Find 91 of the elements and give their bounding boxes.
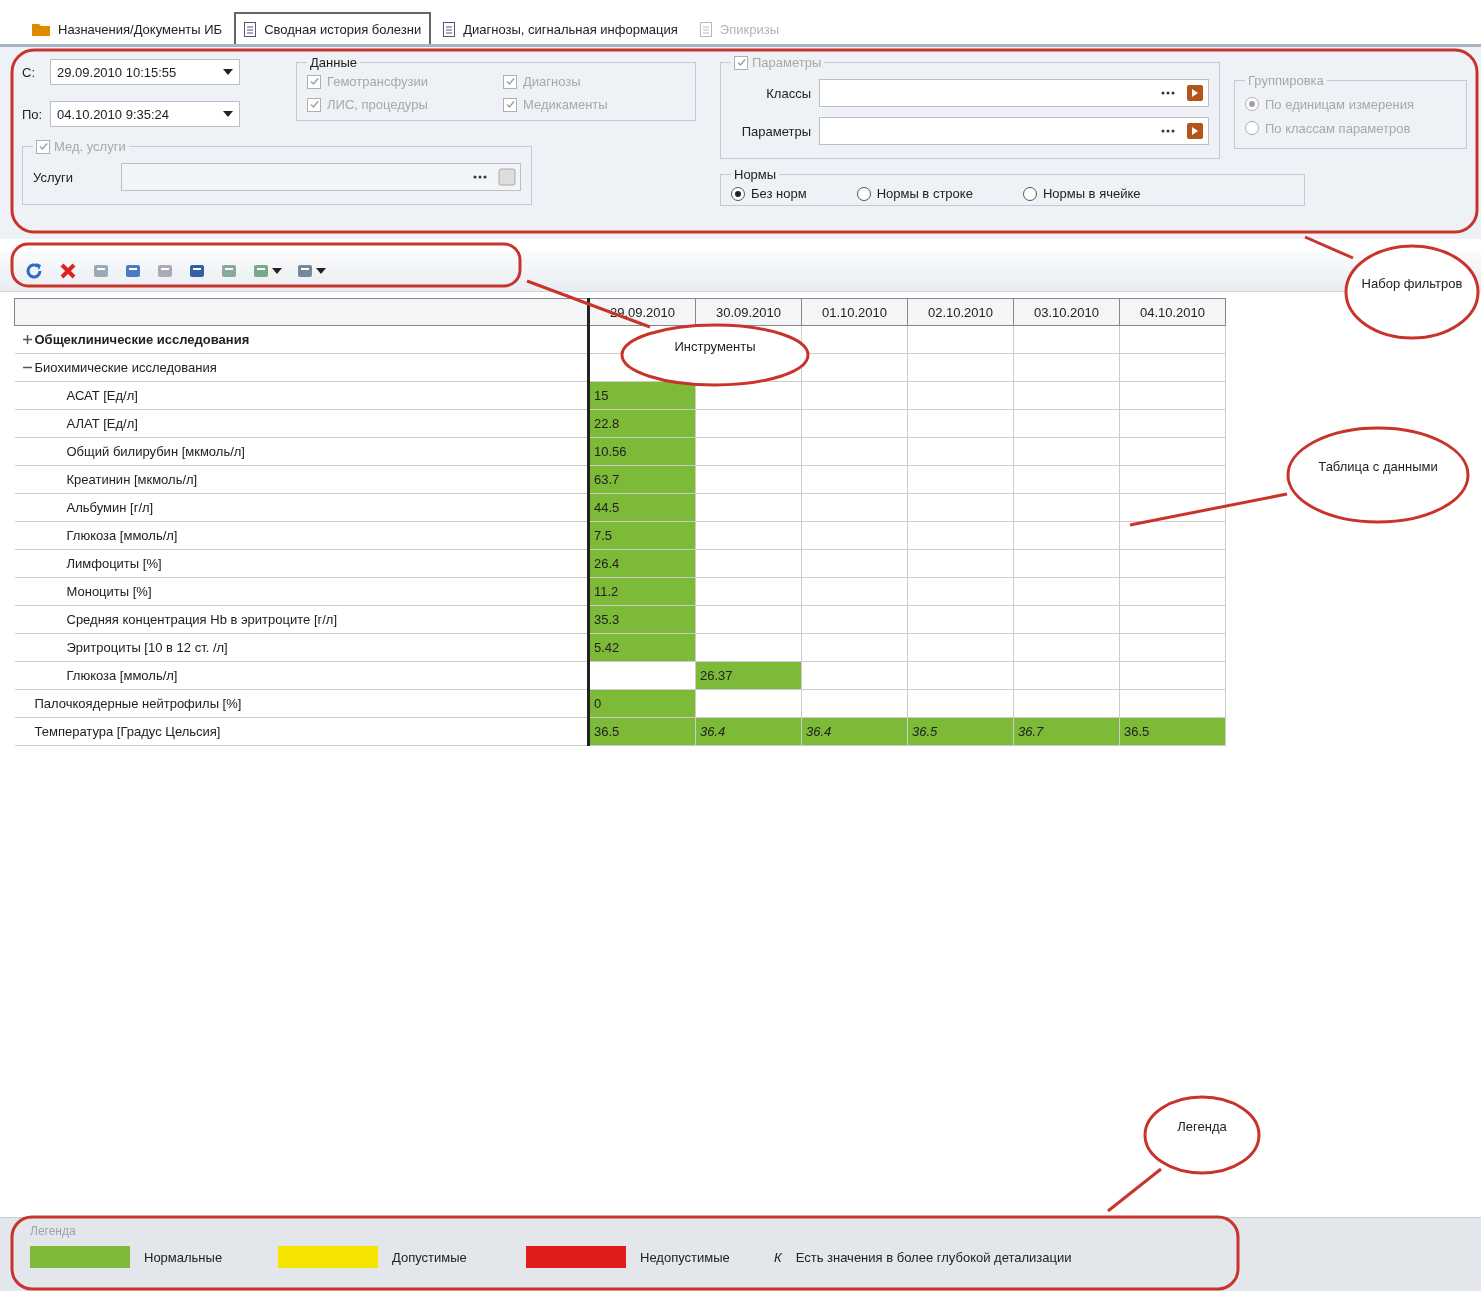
group-title: Параметры: [752, 55, 822, 70]
refresh-icon: [24, 261, 44, 281]
row-label: Биохимические исследования: [34, 360, 217, 375]
group-title: Группировка: [1248, 73, 1324, 88]
checkbox-label: ЛИС, процедуры: [327, 97, 428, 112]
value-cell: 0: [588, 689, 696, 718]
more-icon[interactable]: [1160, 128, 1176, 134]
tab[interactable]: Диагнозы, сигнальная информация: [433, 12, 688, 44]
checkbox-label: Медикаменты: [523, 97, 608, 112]
value-cell: 7.5: [588, 521, 696, 550]
row-label: Общеклинические исследования: [34, 332, 250, 347]
column-header: 01.10.2010: [801, 298, 908, 326]
date-field[interactable]: 04.10.2010 9:35:24: [50, 101, 240, 127]
callout-label: Набор фильтров: [1360, 275, 1464, 292]
value-cell: 26.4: [588, 549, 696, 578]
value-cell: 11.2: [588, 577, 696, 606]
field-label: Параметры: [741, 123, 811, 139]
value-cell: 36.5: [1119, 717, 1226, 746]
radio-button[interactable]: [856, 186, 871, 201]
group-title: Данные: [310, 55, 357, 70]
input-field[interactable]: [819, 117, 1209, 145]
value-cell: 36.5: [588, 717, 696, 746]
row-label: Альбумин [г/л]: [66, 500, 154, 515]
leader-line: [1107, 1167, 1162, 1213]
field-label: С:: [22, 64, 36, 80]
caret-icon[interactable]: [223, 69, 233, 75]
row-label: Эритроциты [10 в 12 ст. /л]: [66, 640, 228, 655]
row-label: АЛАТ [Ед/л]: [66, 416, 138, 431]
value-cell: 10.56: [588, 437, 696, 466]
tab[interactable]: Назначения/Документы ИБ: [22, 12, 233, 44]
expand-icon[interactable]: [23, 335, 32, 344]
radio-label: Нормы в ячейке: [1042, 186, 1141, 201]
date-field[interactable]: 29.09.2010 10:15:55: [50, 59, 240, 85]
column-header: 04.10.2010: [1119, 298, 1226, 326]
value-cell: 26.37: [695, 661, 802, 690]
radio-label: По классам параметров: [1265, 120, 1411, 136]
caret-icon[interactable]: [316, 268, 326, 274]
column-header: 02.10.2010: [907, 298, 1014, 326]
row-label: Креатинин [мкмоль/л]: [66, 472, 198, 487]
caret-icon[interactable]: [223, 111, 233, 117]
radio-label: Без норм: [751, 186, 807, 201]
legend-label: Недопустимые: [640, 1249, 731, 1265]
row-label: Лимфоциты [%]: [66, 556, 162, 571]
radio-button[interactable]: [1022, 186, 1037, 201]
more-icon[interactable]: [1160, 90, 1176, 96]
caret-icon[interactable]: [272, 268, 282, 274]
legend-title: Легенда: [30, 1224, 77, 1238]
row-label: Средняя концентрация Hb в эритроците [г/л]: [66, 612, 338, 627]
value-cell: 63.7: [588, 465, 696, 494]
row-label: Палочкоядерные нейтрофилы [%]: [34, 696, 242, 711]
callout-label: Таблица с данными: [1317, 458, 1439, 475]
value-cell: 22.8: [588, 409, 696, 438]
checkbox-label: Гемотрансфузии: [327, 74, 428, 89]
row-label: Общий билирубин [мкмоль/л]: [66, 444, 245, 459]
more-icon[interactable]: [472, 174, 488, 180]
row-label: АСАТ [Ед/л]: [66, 388, 138, 403]
value-cell: 36.4: [695, 717, 802, 746]
close-icon: [58, 261, 78, 281]
field-label: Услуги: [33, 169, 74, 185]
radio-button[interactable]: [731, 186, 745, 201]
column-header: 29.09.2010: [588, 298, 696, 326]
radio-label: Нормы в строке: [876, 186, 973, 201]
leader-line: [1304, 235, 1354, 260]
services-field[interactable]: [121, 163, 521, 191]
legend-label: Допустимые: [392, 1249, 468, 1265]
group-title: Нормы: [734, 167, 777, 182]
value-cell: 35.3: [588, 605, 696, 634]
field-label: Классы: [766, 85, 811, 101]
value-cell: 5.42: [588, 633, 696, 662]
column-header: 03.10.2010: [1013, 298, 1120, 326]
input-field[interactable]: [819, 79, 1209, 107]
value-cell: 36.5: [907, 717, 1014, 746]
field-label: По:: [22, 106, 44, 122]
tab[interactable]: Сводная история болезни: [234, 12, 432, 44]
legend-label: Нормальные: [144, 1249, 224, 1265]
column-header: 30.09.2010: [695, 298, 802, 326]
row-label: Глюкоза [ммоль/л]: [66, 528, 178, 543]
value-cell: 36.7: [1013, 717, 1120, 746]
legend-label: Есть значения в более глубокой детализации: [795, 1249, 1072, 1265]
folder-icon: [32, 22, 50, 36]
row-label: Моноциты [%]: [66, 584, 152, 599]
checkbox-label: Диагнозы: [523, 74, 581, 89]
value-cell: 36.4: [801, 717, 908, 746]
value-cell: 44.5: [588, 493, 696, 522]
group-title: Мед. услуги: [54, 139, 126, 154]
row-label: Глюкоза [ммоль/л]: [66, 668, 178, 683]
callout-label: Легенда: [1176, 1118, 1228, 1135]
marker-symbol: К: [774, 1249, 782, 1265]
radio-label: По единицам измерения: [1265, 96, 1414, 112]
row-label: Температура [Градус Цельсия]: [34, 724, 221, 739]
callout-label: Инструменты: [673, 338, 757, 355]
